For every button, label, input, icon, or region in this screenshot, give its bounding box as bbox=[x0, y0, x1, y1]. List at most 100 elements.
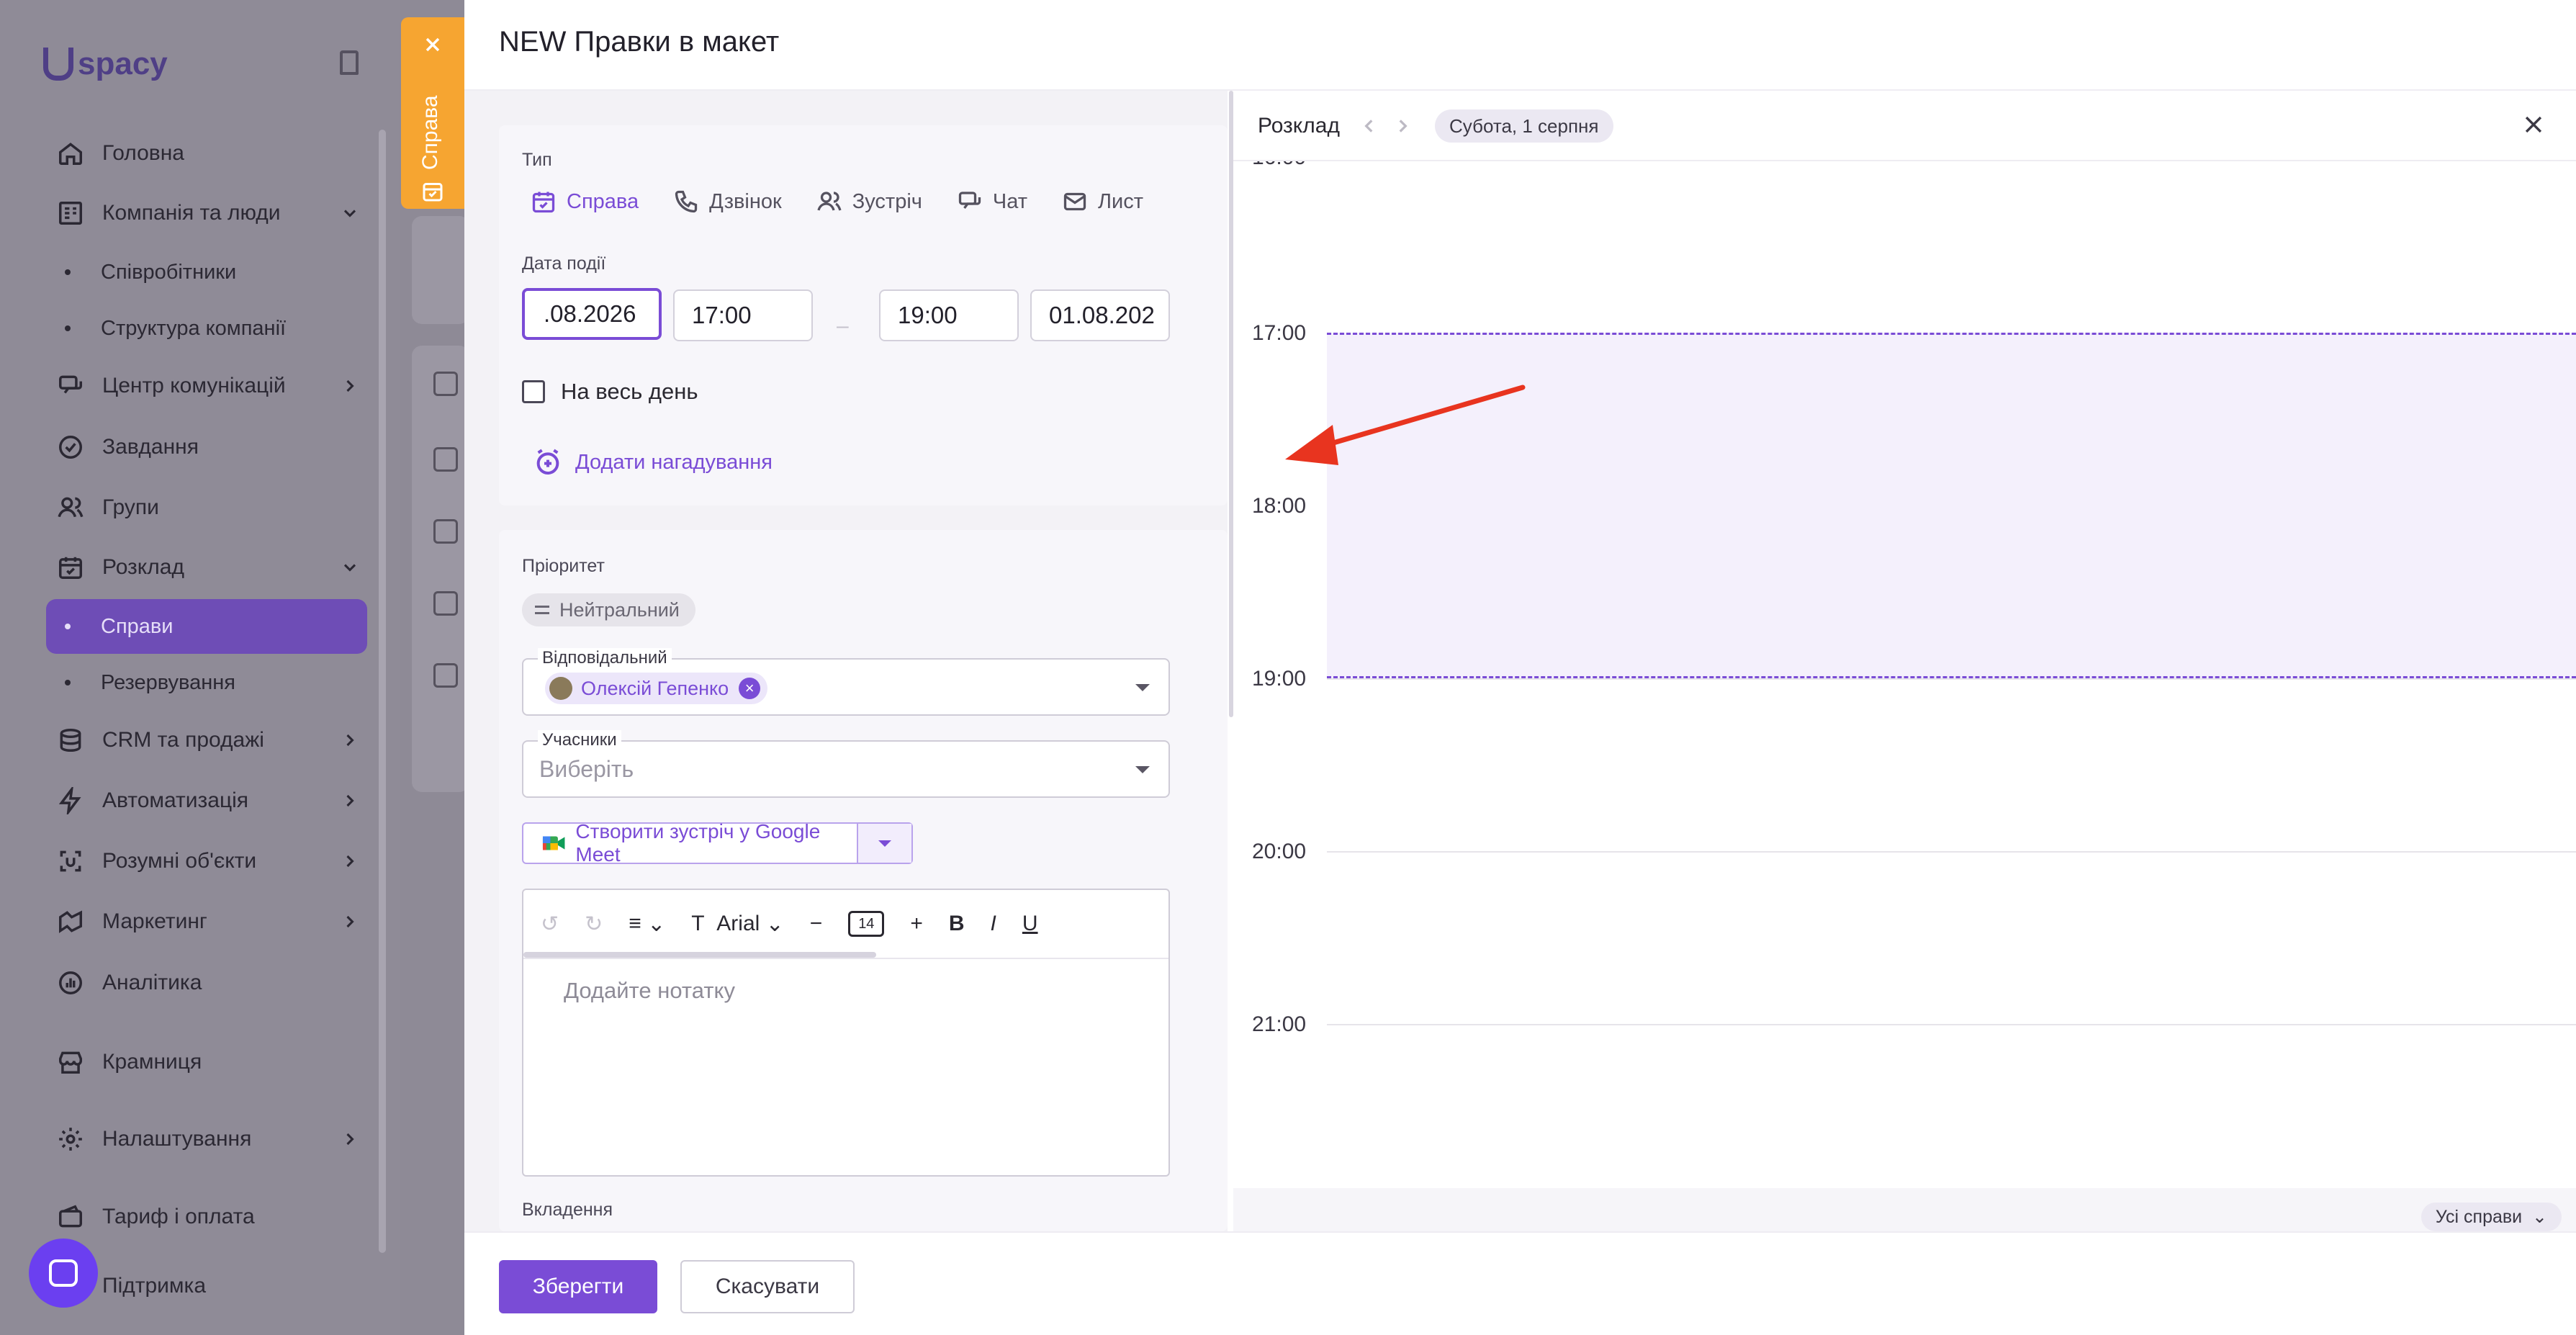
all-day-checkbox[interactable] bbox=[522, 380, 545, 403]
store-icon bbox=[56, 1048, 85, 1076]
row-checkbox[interactable] bbox=[433, 663, 458, 688]
case-panel: NEW Правки в макет Тип Справа Дзвінок Зу… bbox=[464, 0, 2576, 1335]
hour-label: 16:00 bbox=[1252, 161, 1306, 170]
side-tab-label: Справа bbox=[418, 95, 442, 170]
nav-label: Маркетинг bbox=[102, 909, 207, 933]
bullet-icon bbox=[65, 269, 71, 275]
close-icon[interactable] bbox=[421, 33, 444, 56]
nav-item-company[interactable]: Компанія та люди bbox=[46, 186, 370, 241]
nav-label: Тариф і оплата bbox=[102, 1205, 255, 1228]
italic-button[interactable]: I bbox=[991, 912, 996, 936]
cancel-button[interactable]: Скасувати bbox=[680, 1260, 855, 1313]
google-meet-icon bbox=[542, 836, 565, 850]
nav-subitem-reservations[interactable]: Резервування bbox=[46, 655, 370, 710]
remove-icon[interactable]: × bbox=[739, 678, 761, 699]
billing-icon bbox=[56, 1203, 85, 1231]
save-button[interactable]: Зберегти bbox=[499, 1260, 657, 1313]
toolbar-scrollbar[interactable] bbox=[523, 952, 876, 958]
redo-icon[interactable]: ↻ bbox=[585, 912, 603, 937]
caret-down-icon[interactable] bbox=[1135, 766, 1150, 773]
nav-item-tasks[interactable]: Завдання bbox=[46, 420, 370, 475]
row-checkbox[interactable] bbox=[433, 447, 458, 472]
font-size-increase-button[interactable]: + bbox=[910, 912, 923, 936]
chevron-left-icon[interactable] bbox=[1360, 115, 1379, 137]
nav-item-home[interactable]: Головна bbox=[46, 126, 370, 181]
nav-item-smart-objects[interactable]: Розумні об'єкти bbox=[46, 834, 370, 889]
bullet-icon bbox=[65, 680, 71, 686]
nav-item-automation[interactable]: Автоматизація bbox=[46, 773, 370, 828]
editor-toolbar: ↺ ↻ ≡ ⌄ T Arial ⌄ − 14 + B I U bbox=[523, 890, 1168, 959]
support-chat-button[interactable] bbox=[29, 1239, 98, 1308]
chevron-right-icon bbox=[340, 912, 360, 932]
start-date-input[interactable]: .08.2026 bbox=[522, 288, 662, 340]
app-logo[interactable]: spacy bbox=[43, 46, 168, 82]
nav-label: CRM та продажі bbox=[102, 728, 264, 752]
hour-line bbox=[1327, 1024, 2576, 1025]
end-time-input[interactable]: 19:00 bbox=[879, 289, 1019, 341]
chevron-down-icon bbox=[340, 203, 360, 223]
time-range-separator: – bbox=[837, 314, 849, 338]
responsible-select[interactable]: Відповідальний Олексій Гепенко × bbox=[522, 648, 1170, 716]
close-icon[interactable] bbox=[2521, 112, 2546, 137]
font-size-input[interactable]: 14 bbox=[848, 911, 885, 937]
chevron-right-icon[interactable] bbox=[1393, 115, 1412, 137]
nav-item-communication[interactable]: Центр комунікацій bbox=[46, 359, 370, 413]
undo-icon[interactable]: ↺ bbox=[541, 912, 559, 937]
responsible-chip[interactable]: Олексій Гепенко × bbox=[545, 673, 768, 704]
type-option-case[interactable]: Справа bbox=[531, 189, 639, 215]
nav-subitem-cases[interactable]: Справи bbox=[46, 599, 367, 654]
create-google-meet-button[interactable]: Створити зустріч у Google Meet bbox=[523, 820, 858, 866]
type-option-mail[interactable]: Лист bbox=[1062, 189, 1143, 215]
row-checkbox[interactable] bbox=[433, 519, 458, 544]
font-dropdown[interactable]: T Arial ⌄ bbox=[691, 912, 784, 937]
nav-item-settings[interactable]: Налаштування bbox=[46, 1112, 370, 1167]
bold-button[interactable]: B bbox=[949, 912, 965, 936]
type-selector: Справа Дзвінок Зустріч Чат Лист bbox=[531, 189, 1178, 215]
google-meet-dropdown-button[interactable] bbox=[858, 824, 911, 863]
nav-label: Розклад bbox=[102, 555, 184, 579]
all-cases-filter[interactable]: Усі справи ⌄ bbox=[2420, 1203, 2562, 1231]
nav-item-groups[interactable]: Групи bbox=[46, 480, 370, 535]
priority-chip[interactable]: Нейтральний bbox=[522, 593, 695, 626]
nav-subitem-employees[interactable]: Співробітники bbox=[46, 245, 370, 300]
row-checkbox[interactable] bbox=[433, 372, 458, 396]
row-checkbox[interactable] bbox=[433, 591, 458, 616]
type-option-chat[interactable]: Чат bbox=[957, 189, 1027, 215]
font-size-decrease-button[interactable]: − bbox=[810, 912, 823, 936]
caret-down-icon[interactable] bbox=[1135, 684, 1150, 691]
logo-mark-icon bbox=[43, 48, 73, 81]
nav-label: Автоматизація bbox=[102, 788, 249, 812]
participants-select[interactable]: Учасники Виберіть bbox=[522, 730, 1170, 798]
schedule-date-chip[interactable]: Субота, 1 серпня bbox=[1435, 109, 1613, 143]
nav-item-analytics[interactable]: Аналітика bbox=[46, 956, 370, 1010]
start-time-input[interactable]: 17:00 bbox=[673, 289, 813, 341]
hour-line bbox=[1327, 851, 2576, 853]
note-editor[interactable]: ↺ ↻ ≡ ⌄ T Arial ⌄ − 14 + B I U Додайте н… bbox=[522, 889, 1170, 1177]
chevron-down-icon: ⌄ bbox=[765, 912, 784, 936]
nav-subitem-structure[interactable]: Структура компанії bbox=[46, 301, 370, 356]
background-table bbox=[412, 346, 469, 792]
nav-item-crm[interactable]: CRM та продажі bbox=[46, 713, 370, 768]
hour-label: 19:00 bbox=[1252, 667, 1307, 691]
calendar-check-icon bbox=[423, 183, 443, 202]
pin-icon[interactable] bbox=[340, 50, 359, 75]
nav-label: Крамниця bbox=[102, 1050, 202, 1074]
panel-title: NEW Правки в макет bbox=[499, 26, 780, 58]
type-option-meeting[interactable]: Зустріч bbox=[816, 189, 922, 215]
panel-side-tab[interactable]: Справа bbox=[401, 17, 464, 209]
sidebar-scrollbar[interactable] bbox=[379, 130, 386, 1253]
font-name: Arial bbox=[716, 912, 760, 935]
underline-button[interactable]: U bbox=[1022, 912, 1038, 936]
caret-down-icon bbox=[878, 840, 891, 847]
align-dropdown[interactable]: ≡ ⌄ bbox=[629, 912, 665, 937]
nav-item-billing[interactable]: Тариф і оплата bbox=[46, 1190, 370, 1244]
end-date-input[interactable]: 01.08.202 bbox=[1030, 289, 1170, 341]
hour-label: 17:00 bbox=[1252, 321, 1307, 345]
add-reminder-link[interactable]: Додати нагадування bbox=[533, 448, 773, 477]
type-option-label: Лист bbox=[1097, 189, 1143, 213]
start-date-value: .08.2026 bbox=[544, 300, 636, 327]
nav-item-marketing[interactable]: Маркетинг bbox=[46, 894, 370, 949]
type-option-call[interactable]: Дзвінок bbox=[673, 189, 782, 215]
nav-item-schedule[interactable]: Розклад bbox=[46, 540, 370, 595]
nav-item-store[interactable]: Крамниця bbox=[46, 1035, 370, 1089]
